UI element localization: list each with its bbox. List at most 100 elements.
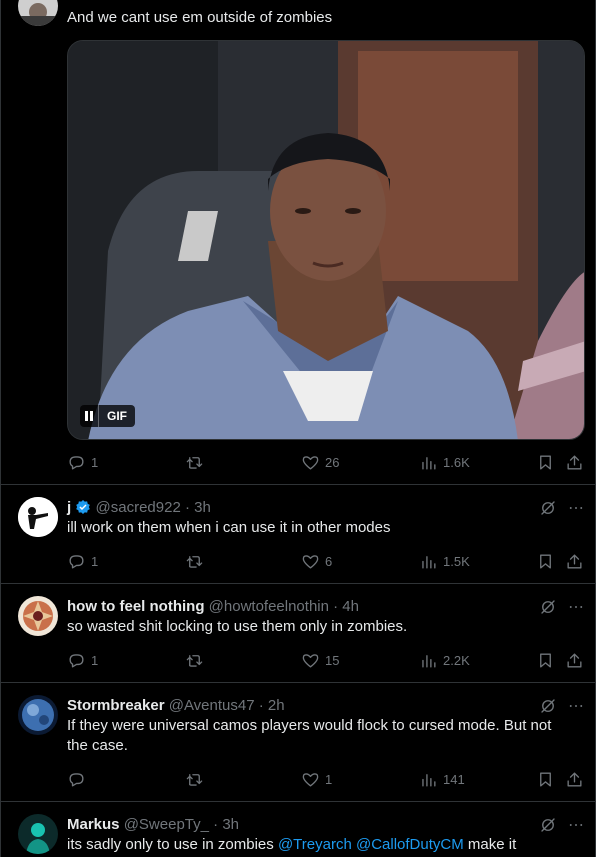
gif-image xyxy=(68,41,584,439)
like-count: 26 xyxy=(325,454,340,470)
retweet-icon xyxy=(186,654,203,667)
timestamp[interactable]: · 2h xyxy=(259,697,285,714)
reply-button[interactable]: 1 xyxy=(67,650,98,670)
views-icon xyxy=(422,456,436,470)
like-count: 6 xyxy=(325,553,333,569)
tweet-text-part: make it xyxy=(463,836,517,853)
mention-link[interactable]: @Treyarch xyxy=(278,836,352,853)
more-icon[interactable] xyxy=(567,816,585,834)
reply-icon xyxy=(69,455,84,470)
reply-tweet[interactable]: j @sacred922 · 3h ill work on them when … xyxy=(0,485,596,583)
tweet-top-actions xyxy=(539,597,585,617)
retweet-icon xyxy=(186,773,203,786)
tweet-text: its sadly only to use in zombies @Treyar… xyxy=(67,835,516,855)
display-name[interactable]: j xyxy=(67,499,71,516)
like-count: 15 xyxy=(325,652,340,668)
tweet-top-actions xyxy=(539,815,585,835)
avatar[interactable] xyxy=(18,497,58,537)
avatar[interactable] xyxy=(18,0,58,26)
retweet-button[interactable] xyxy=(185,452,209,472)
timestamp[interactable]: · 3h xyxy=(213,816,239,833)
display-name[interactable]: Markus xyxy=(67,816,120,833)
retweet-button[interactable] xyxy=(185,551,209,571)
avatar[interactable] xyxy=(18,596,58,636)
timestamp[interactable]: · 4h xyxy=(333,598,359,615)
tweet-text: And we cant use em outside of zombies xyxy=(67,9,333,26)
gif-media[interactable]: GIF xyxy=(67,40,585,440)
reply-tweet[interactable]: Stormbreaker @Aventus47 · 2h If they wer… xyxy=(0,683,596,801)
avatar[interactable] xyxy=(18,695,58,735)
display-name[interactable]: how to feel nothing xyxy=(67,598,204,615)
pause-icon[interactable] xyxy=(80,405,99,427)
views-button[interactable]: 2.2K xyxy=(419,650,470,670)
like-button[interactable]: 26 xyxy=(301,452,339,472)
handle[interactable]: @SweepTy_ xyxy=(124,816,209,833)
share-button[interactable] xyxy=(565,769,584,789)
share-button[interactable] xyxy=(565,551,584,571)
mention-link[interactable]: @CallofDutyCM xyxy=(356,836,464,853)
bookmark-icon xyxy=(540,553,551,569)
action-bar: 1 26 1.6K xyxy=(67,452,585,472)
like-button[interactable]: 1 xyxy=(301,769,332,789)
tweet-text: ill work on them when i can use it in ot… xyxy=(67,519,391,536)
views-icon xyxy=(422,555,436,569)
reply-tweet[interactable]: how to feel nothing @howtofeelnothin · 4… xyxy=(0,584,596,682)
views-count: 2.2K xyxy=(443,652,470,668)
share-icon xyxy=(567,553,582,569)
gif-badge[interactable]: GIF xyxy=(80,405,135,427)
more-icon[interactable] xyxy=(567,697,585,715)
reply-count: 1 xyxy=(91,454,99,470)
like-icon xyxy=(302,772,319,787)
timestamp[interactable]: · 3h xyxy=(185,499,211,516)
reply-tweet[interactable]: Markus @SweepTy_ · 3h its sadly only to … xyxy=(0,802,596,857)
like-icon xyxy=(302,455,319,470)
share-icon xyxy=(567,652,582,668)
gif-label: GIF xyxy=(107,409,127,423)
handle[interactable]: @Aventus47 xyxy=(169,697,255,714)
views-count: 1.6K xyxy=(443,454,470,470)
grok-icon[interactable] xyxy=(539,816,557,834)
bookmark-icon xyxy=(540,454,551,470)
grok-icon[interactable] xyxy=(539,598,557,616)
display-name[interactable]: Stormbreaker xyxy=(67,697,165,714)
tweet-text: If they were universal camos players wou… xyxy=(67,717,552,754)
views-button[interactable]: 141 xyxy=(419,769,465,789)
like-icon xyxy=(302,554,319,569)
more-icon[interactable] xyxy=(567,598,585,616)
tweet-top-actions xyxy=(539,498,585,518)
grok-icon[interactable] xyxy=(539,499,557,517)
tweet-main[interactable]: And we cant use em outside of zombies GI… xyxy=(0,0,596,484)
like-count: 1 xyxy=(325,771,333,787)
like-button[interactable]: 6 xyxy=(301,551,332,571)
bookmark-button[interactable] xyxy=(536,452,555,472)
more-icon[interactable] xyxy=(567,499,585,517)
retweet-button[interactable] xyxy=(185,650,209,670)
bookmark-icon xyxy=(540,652,551,668)
avatar[interactable] xyxy=(18,814,58,854)
bookmark-button[interactable] xyxy=(536,551,555,571)
views-count: 141 xyxy=(443,771,465,787)
reply-icon xyxy=(69,772,84,787)
grok-icon[interactable] xyxy=(539,697,557,715)
share-button[interactable] xyxy=(565,650,584,670)
tweet-text-part: its sadly only to use in zombies xyxy=(67,836,278,853)
retweet-button[interactable] xyxy=(185,769,209,789)
bookmark-icon xyxy=(540,771,551,787)
reply-button[interactable]: 1 xyxy=(67,551,98,571)
views-icon xyxy=(422,654,436,668)
share-button[interactable] xyxy=(565,452,584,472)
bookmark-button[interactable] xyxy=(536,769,555,789)
reply-icon xyxy=(69,554,84,569)
reply-count: 1 xyxy=(91,553,99,569)
views-button[interactable]: 1.5K xyxy=(419,551,470,571)
reply-button[interactable]: 1 xyxy=(67,452,98,472)
bookmark-button[interactable] xyxy=(536,650,555,670)
handle[interactable]: @howtofeelnothin xyxy=(209,598,329,615)
reply-button[interactable] xyxy=(67,769,91,789)
handle[interactable]: @sacred922 xyxy=(96,499,181,516)
tweet-top-actions xyxy=(539,696,585,716)
share-icon xyxy=(567,771,582,787)
like-icon xyxy=(302,653,319,668)
views-button[interactable]: 1.6K xyxy=(419,452,470,472)
like-button[interactable]: 15 xyxy=(301,650,339,670)
